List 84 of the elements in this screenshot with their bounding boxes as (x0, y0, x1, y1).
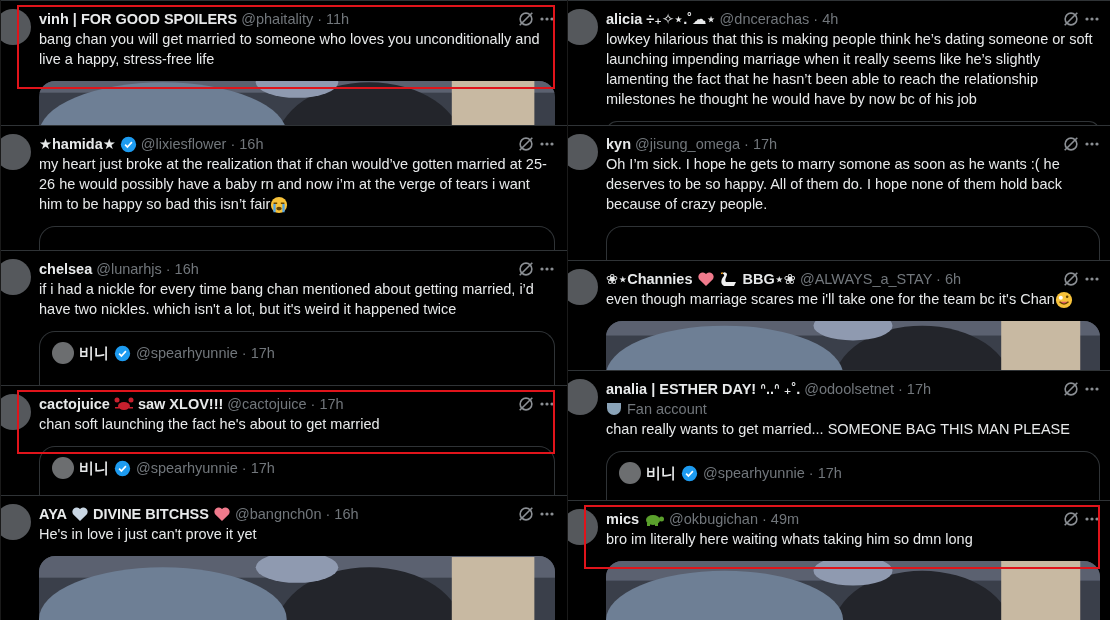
handle-and-time[interactable]: @bangnch0n · 16h (234, 506, 359, 522)
slashed-circle-icon[interactable] (517, 260, 535, 278)
handle-and-time[interactable]: @jisung_omega · 17h (635, 136, 778, 152)
handle-and-time[interactable]: @dncerachas · 4h (719, 11, 839, 27)
quoted-post[interactable]: 비니 @spearhyunnie · 17h (39, 446, 555, 495)
more-icon[interactable] (1084, 516, 1100, 522)
verified-badge-icon (119, 135, 137, 153)
swan-icon (718, 270, 739, 288)
display-name[interactable]: mics (606, 511, 640, 527)
silly-face-icon (1054, 291, 1073, 310)
slashed-circle-icon[interactable] (517, 395, 535, 413)
tweet-text: if i had a nickle for every time bang chan mentioned about getting married, i’d have two nickles. which isn't a lot, but it's weird it happened twice (39, 280, 535, 319)
more-icon[interactable] (1084, 276, 1100, 282)
avatar[interactable] (568, 134, 598, 170)
slashed-circle-icon[interactable] (1062, 270, 1080, 288)
handle-and-time: @spearhyunnie · 17h (136, 460, 275, 476)
verified-badge-icon (114, 459, 131, 477)
display-name: 비니 (79, 458, 109, 478)
handle-and-time[interactable]: @cactojuice · 17h (227, 396, 344, 412)
handle-and-time[interactable]: @ALWAYS_a_STAY · 6h (799, 271, 962, 287)
display-name[interactable]: ❀⋆Channies (606, 271, 693, 287)
avatar (52, 457, 74, 479)
handle-and-time[interactable]: @lixiesflower · 16h (140, 136, 264, 152)
more-icon[interactable] (539, 401, 555, 407)
handle-and-time: @spearhyunnie · 17h (703, 465, 842, 481)
account-label: Fan account (627, 401, 707, 417)
verified-badge-icon (681, 464, 698, 482)
more-icon[interactable] (539, 141, 555, 147)
tweet-text: bro im literally here waiting whats taking him so dmn long (606, 530, 974, 549)
tweet-text: bang chan you will get married to someone who loves you unconditionally and live a happy, stress-free life (39, 30, 541, 69)
slashed-circle-icon[interactable] (1062, 510, 1080, 528)
crab-icon (113, 396, 134, 412)
handle-and-time: @spearhyunnie · 17h (136, 345, 275, 361)
more-icon[interactable] (539, 511, 555, 517)
display-name[interactable]: cactojuice (39, 396, 110, 412)
more-icon[interactable] (539, 266, 555, 272)
verified-badge-icon (114, 344, 131, 362)
display-name[interactable]: analia | ESTHER DAY! ᐢ..ᐢ ₊˚. (606, 381, 801, 397)
avatar[interactable] (568, 509, 598, 545)
display-name[interactable]: saw XLOV!!! (137, 396, 224, 412)
display-name[interactable]: kyn (606, 136, 631, 152)
more-icon[interactable] (1084, 16, 1100, 22)
slashed-circle-icon[interactable] (517, 135, 535, 153)
crying-face-icon (270, 196, 289, 215)
display-name[interactable]: DIVINE BITCHSS (92, 506, 209, 522)
more-icon[interactable] (1084, 386, 1100, 392)
quoted-post[interactable]: 비니 @spearhyunnie · 17h (606, 451, 1100, 500)
slashed-circle-icon[interactable] (1062, 380, 1080, 398)
avatar[interactable] (568, 269, 598, 305)
slashed-circle-icon[interactable] (517, 505, 535, 523)
avatar (52, 342, 74, 364)
more-icon[interactable] (539, 16, 555, 22)
avatar[interactable] (568, 379, 598, 415)
tweet-text: He's in love i just can't prove it yet (39, 525, 258, 544)
avatar[interactable] (1, 9, 31, 45)
slashed-circle-icon[interactable] (1062, 10, 1080, 28)
tweet-text: chan soft launching the fact he's about to get married (39, 415, 381, 434)
display-name[interactable]: alicia ÷₊✧⋆.˚☁⋆ (606, 11, 716, 27)
tweet-text: Oh I’m sick. I hope he gets to marry somone as soon as he wants :( he deserves to be so happy. All of them do. I hope none of them hold back because of crazy people. (606, 155, 1063, 214)
slashed-circle-icon[interactable] (517, 10, 535, 28)
display-name[interactable]: chelsea (39, 261, 93, 277)
display-name[interactable]: AYA (39, 506, 67, 522)
avatar (619, 462, 641, 484)
display-name[interactable]: BBG⋆❀ (742, 271, 796, 287)
handle-and-time[interactable]: @phaitality · 11h (241, 11, 350, 27)
avatar[interactable] (1, 259, 31, 295)
display-name: 비니 (79, 343, 109, 363)
avatar[interactable] (568, 9, 598, 45)
tweet-text: my heart just broke at the realization that if chan would’ve gotten married at 25-26 he would possibly have a baby rn and now i’m at the verge of tears i want him to be happy so bad this isn’t fair (39, 154, 555, 215)
avatar[interactable] (1, 504, 31, 540)
display-name: 비니 (646, 463, 676, 483)
avatar[interactable] (1, 134, 31, 170)
avatar[interactable] (1, 394, 31, 430)
display-name[interactable]: vinh | FOR GOOD SPOILERS (39, 11, 238, 27)
tweet-text: chan really wants to get married... SOMEONE BAG THIS MAN PLEASE (606, 420, 1071, 439)
slashed-circle-icon[interactable] (1062, 135, 1080, 153)
tweet-text: even though marriage scares me i'll take one for the team bc it's Chan (606, 289, 1100, 310)
tweet-text: lowkey hilarious that this is making people think he’s dating someone or soft launching impending marriage when it really seems like he’s slightly lamenting the fact that he hasn’t been able to reach the relationship milestones he thought he would have by now bc of his job (606, 30, 1094, 109)
display-name[interactable]: ★hamida★ (39, 136, 116, 152)
handle-and-time[interactable]: @okbugichan · 49m (669, 511, 800, 527)
handle-and-time[interactable]: @odoolsetnet · 17h (804, 381, 932, 397)
quoted-post[interactable]: 비니 @spearhyunnie · 17h (39, 331, 555, 385)
more-icon[interactable] (1084, 141, 1100, 147)
handle-and-time[interactable]: @lunarhjs · 16h (96, 261, 199, 277)
